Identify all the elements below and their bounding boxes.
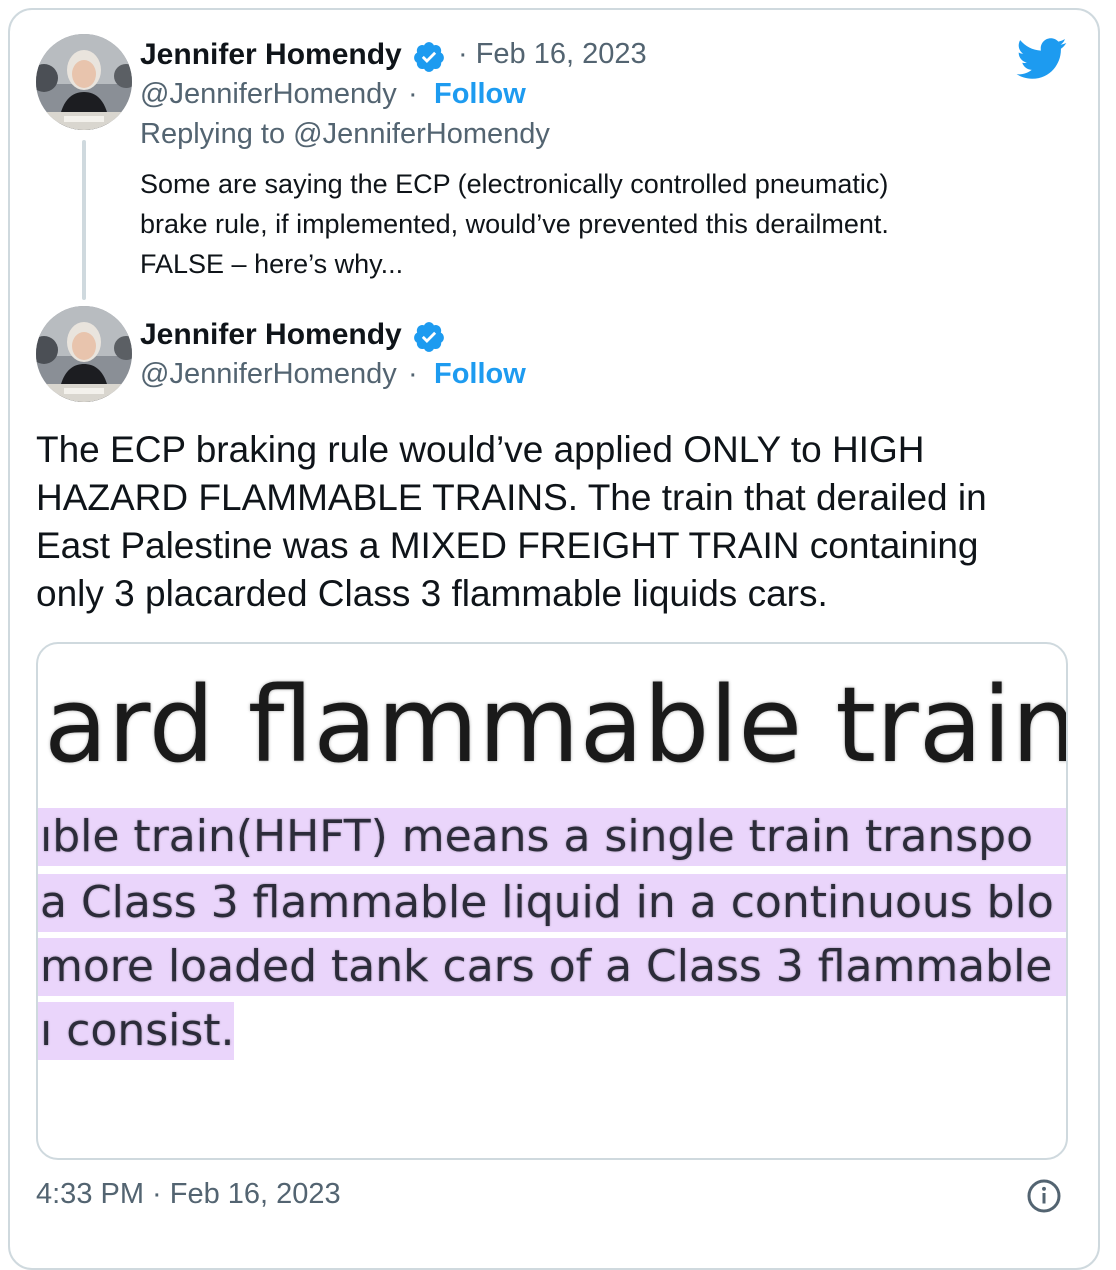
media-highlighted-line: ı consist.: [38, 1002, 234, 1060]
replying-to[interactable]: Replying to @JenniferHomendy: [140, 118, 550, 151]
text-line: brake rule, if implemented, would’ve pre…: [140, 209, 889, 239]
text-line: HAZARD FLAMMABLE TRAINS. The train that …: [36, 477, 987, 518]
text-line: only 3 placarded Class 3 flammable liqui…: [36, 573, 828, 614]
follow-button[interactable]: Follow: [434, 78, 526, 111]
text-line: Some are saying the ECP (electronically …: [140, 169, 889, 199]
thread-connector: [82, 140, 86, 300]
tweet-date[interactable]: · Feb 16, 2023: [458, 38, 647, 71]
media-highlighted-line: ıble train(HHFT) means a single train tr…: [38, 808, 1066, 866]
author-name[interactable]: Jennifer Homendy: [140, 318, 402, 352]
handle-separator: ·: [408, 358, 418, 390]
media-highlighted-line: a Class 3 flammable liquid in a continuo…: [38, 874, 1066, 932]
author-handle[interactable]: @JenniferHomendy: [140, 358, 397, 391]
tweet-media-image[interactable]: ard flammable train ıble train(HHFT) mea…: [36, 642, 1068, 1160]
avatar-image: [36, 34, 132, 130]
verified-badge-icon: [414, 42, 444, 72]
text-line: FALSE – here’s why...: [140, 249, 404, 279]
media-title-fragment: ard flammable train: [44, 664, 1068, 786]
media-highlighted-line: more loaded tank cars of a Class 3 flamm…: [38, 938, 1066, 996]
info-icon[interactable]: [1026, 1178, 1062, 1214]
author-handle[interactable]: @JenniferHomendy: [140, 78, 397, 111]
tweet-timestamp[interactable]: 4:33 PM · Feb 16, 2023: [36, 1178, 341, 1211]
text-line: The ECP braking rule would’ve applied ON…: [36, 429, 925, 470]
text-line: East Palestine was a MIXED FREIGHT TRAIN…: [36, 525, 979, 566]
avatar[interactable]: [36, 306, 132, 402]
author-name[interactable]: Jennifer Homendy: [140, 38, 402, 72]
reply-tweet-text: Some are saying the ECP (electronically …: [140, 164, 1040, 284]
main-tweet-text: The ECP braking rule would’ve applied ON…: [36, 426, 1056, 618]
follow-button[interactable]: Follow: [434, 358, 526, 391]
verified-badge-icon: [414, 322, 444, 352]
twitter-bird-icon[interactable]: [1016, 38, 1068, 80]
handle-separator: ·: [408, 78, 418, 110]
avatar-image: [36, 306, 132, 402]
avatar[interactable]: [36, 34, 132, 130]
